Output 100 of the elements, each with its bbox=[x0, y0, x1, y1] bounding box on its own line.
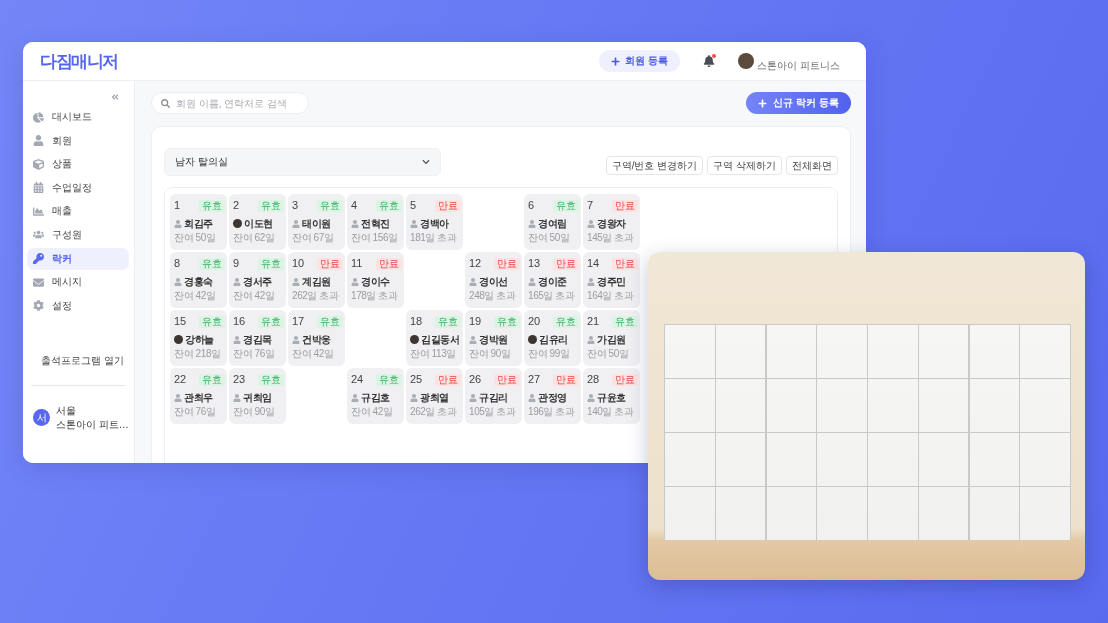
remaining-days: 262일 초과 bbox=[410, 406, 461, 418]
member-name: 김유리 bbox=[539, 333, 568, 346]
remaining-days: 잔여 76일 bbox=[174, 406, 225, 418]
locker-number: 20 bbox=[528, 315, 541, 328]
remaining-days: 잔여 90일 bbox=[233, 406, 284, 418]
locker-card[interactable]: 25 만료 광최열 262일 초과 bbox=[406, 368, 463, 424]
remaining-days: 잔여 42일 bbox=[233, 290, 284, 302]
attendance-link[interactable]: 출석프로그램 열기 bbox=[27, 350, 129, 373]
locker-card[interactable]: 12 만료 경이선 248일 초과 bbox=[465, 252, 522, 308]
remaining-days: 잔여 156일 bbox=[351, 232, 402, 244]
remaining-days: 잔여 99일 bbox=[528, 348, 579, 360]
locker-card[interactable]: 16 유효 경김목 잔여 76일 bbox=[229, 310, 286, 366]
locker-card[interactable]: 1 유효 회김주 잔여 50일 bbox=[170, 194, 227, 250]
sidebar-item[interactable]: 구성원 bbox=[27, 223, 129, 246]
remaining-days: 잔여 42일 bbox=[174, 290, 225, 302]
locker-card[interactable]: 6 유효 경여림 잔여 50일 bbox=[524, 194, 581, 250]
locker-card[interactable]: 2 유효 이도현 잔여 62일 bbox=[229, 194, 286, 250]
member-name: 귀최임 bbox=[243, 391, 272, 404]
sidebar-item[interactable]: 상품 bbox=[27, 153, 129, 176]
locker-card[interactable]: 21 유효 가김원 잔여 50일 bbox=[583, 310, 640, 366]
locker-number: 23 bbox=[233, 373, 246, 386]
area-chart-icon bbox=[33, 205, 44, 217]
locker-card[interactable]: 18 유효 김길동서 잔여 113일 bbox=[406, 310, 463, 366]
status-badge: 만료 bbox=[317, 257, 343, 270]
locker-number: 26 bbox=[469, 373, 482, 386]
remaining-days: 140일 초과 bbox=[587, 406, 638, 418]
sidebar-item[interactable]: 수업일정 bbox=[27, 176, 129, 199]
locker-number: 15 bbox=[174, 315, 187, 328]
member-name: 경서주 bbox=[243, 275, 272, 288]
locker-number: 2 bbox=[233, 199, 240, 212]
remaining-days: 262일 초과 bbox=[292, 290, 343, 302]
locker-card[interactable]: 26 만료 규김리 105일 초과 bbox=[465, 368, 522, 424]
status-badge: 유효 bbox=[317, 315, 343, 328]
remaining-days: 105일 초과 bbox=[469, 406, 520, 418]
locker-number: 7 bbox=[587, 199, 594, 212]
locker-card[interactable]: 11 만료 경이수 178일 초과 bbox=[347, 252, 404, 308]
member-name: 경이수 bbox=[361, 275, 390, 288]
locker-card[interactable]: 28 만료 규윤호 140일 초과 bbox=[583, 368, 640, 424]
remaining-days: 잔여 50일 bbox=[528, 232, 579, 244]
locker-card[interactable]: 7 만료 경왕자 145일 초과 bbox=[583, 194, 640, 250]
locker-card[interactable]: 23 유효 귀최임 잔여 90일 bbox=[229, 368, 286, 424]
member-name: 규윤호 bbox=[597, 391, 626, 404]
locker-card[interactable]: 8 유효 경홍숙 잔여 42일 bbox=[170, 252, 227, 308]
locker-card[interactable]: 15 유효 강하늘 잔여 218일 bbox=[170, 310, 227, 366]
sidebar-item[interactable]: 설정 bbox=[27, 294, 129, 317]
delete-zone-button[interactable]: 구역 삭제하기 bbox=[707, 156, 782, 175]
chevron-down-icon bbox=[422, 158, 430, 166]
member-name: 경이준 bbox=[538, 275, 567, 288]
status-badge: 만료 bbox=[435, 373, 461, 386]
status-badge: 유효 bbox=[199, 257, 225, 270]
search-field[interactable]: 회원 이름, 연락처로 검색 bbox=[151, 92, 309, 114]
status-badge: 만료 bbox=[553, 257, 579, 270]
status-badge: 유효 bbox=[376, 199, 402, 212]
bell-icon bbox=[703, 55, 716, 67]
sidebar-item[interactable]: 회원 bbox=[27, 129, 129, 152]
locker-card[interactable]: 9 유효 경서주 잔여 42일 bbox=[229, 252, 286, 308]
edit-zone-button[interactable]: 구역/번호 변경하기 bbox=[605, 156, 704, 175]
register-member-button[interactable]: 회원 등록 bbox=[599, 50, 681, 72]
search-icon bbox=[161, 98, 170, 108]
sidebar-item[interactable]: 대시보드 bbox=[27, 106, 129, 128]
locker-card[interactable]: 4 유효 전혁진 잔여 156일 bbox=[347, 194, 404, 250]
locker-card[interactable]: 27 만료 관정영 196일 초과 bbox=[524, 368, 581, 424]
sidebar-item[interactable]: 매출 bbox=[27, 200, 129, 223]
locker-card[interactable]: 17 유효 건박웅 잔여 42일 bbox=[288, 310, 345, 366]
locker-card[interactable]: 5 만료 경백아 181일 초과 bbox=[406, 194, 463, 250]
locker-number: 27 bbox=[528, 373, 541, 386]
remaining-days: 145일 초과 bbox=[587, 232, 638, 244]
cube-icon bbox=[33, 158, 44, 170]
locker-card[interactable]: 13 만료 경이준 165일 초과 bbox=[524, 252, 581, 308]
sidebar-item[interactable]: 락커 bbox=[27, 247, 129, 270]
status-badge: 만료 bbox=[494, 373, 520, 386]
sidebar-item[interactable]: 메시지 bbox=[27, 271, 129, 294]
locker-number: 11 bbox=[351, 257, 363, 270]
member-name: 경왕자 bbox=[597, 217, 626, 230]
status-badge: 유효 bbox=[612, 315, 638, 328]
plus-icon bbox=[611, 56, 621, 66]
locker-card[interactable]: 22 유효 관최우 잔여 76일 bbox=[170, 368, 227, 424]
zone-dropdown[interactable]: 남자 탈의실 bbox=[164, 148, 441, 176]
remaining-days: 잔여 50일 bbox=[174, 232, 225, 244]
key-icon bbox=[33, 253, 44, 265]
locker-card[interactable]: 3 유효 태이원 잔여 67일 bbox=[288, 194, 345, 250]
status-badge: 유효 bbox=[317, 199, 343, 212]
remaining-days: 164일 초과 bbox=[587, 290, 638, 302]
locker-card[interactable]: 10 만료 계김원 262일 초과 bbox=[288, 252, 345, 308]
avatar-photo[interactable] bbox=[738, 53, 755, 69]
status-badge: 만료 bbox=[612, 257, 638, 270]
status-badge: 유효 bbox=[258, 257, 284, 270]
new-locker-button[interactable]: 신규 락커 등록 bbox=[746, 92, 851, 114]
locker-card[interactable]: 20 유효 김유리 잔여 99일 bbox=[524, 310, 581, 366]
member-name: 광최열 bbox=[420, 391, 449, 404]
member-name: 규김호 bbox=[361, 391, 390, 404]
locker-card[interactable]: 24 유효 규김호 잔여 42일 bbox=[347, 368, 404, 424]
remaining-days: 잔여 42일 bbox=[292, 348, 343, 360]
locker-number: 10 bbox=[292, 257, 305, 270]
locker-number: 18 bbox=[410, 315, 423, 328]
locker-card[interactable]: 14 만료 경주민 164일 초과 bbox=[583, 252, 640, 308]
remaining-days: 178일 초과 bbox=[351, 290, 402, 302]
fullscreen-button[interactable]: 전체화면 bbox=[786, 156, 838, 175]
bell-button[interactable] bbox=[702, 54, 717, 68]
locker-card[interactable]: 19 유효 경박원 잔여 90일 bbox=[465, 310, 522, 366]
